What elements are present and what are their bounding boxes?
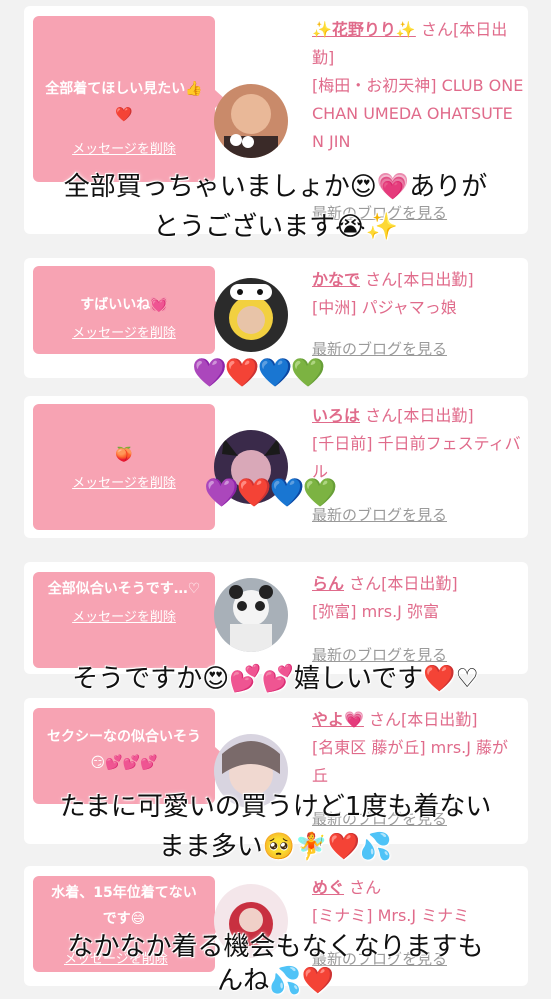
hearts-emoji: 💜❤️💙💚 xyxy=(204,476,337,509)
message-bubble: 全部似合いそうです…♡ メッセージを削除 xyxy=(33,572,225,668)
overlay-caption: とうございます😭✨ xyxy=(153,212,398,242)
overlay-caption: たまに可愛いの買うけど1度も着ない xyxy=(59,792,492,822)
girl-status: さん[本日出勤] xyxy=(365,270,474,289)
avatar[interactable] xyxy=(214,278,288,352)
message-text: セクシーなの似合いそう😏💕💕💕 xyxy=(47,729,201,771)
girl-info: かなで さん[本日出勤] [中洲] パジャマっ娘 xyxy=(312,266,524,322)
message-bubble: セクシーなの似合いそう😏💕💕💕 xyxy=(33,708,225,804)
message-text: 全部似合いそうです…♡ xyxy=(47,581,201,597)
overlay-caption: まま多い🥺🧚❤️💦 xyxy=(158,832,393,862)
girl-status: さん xyxy=(349,878,382,897)
message-text: すばいいね💓 xyxy=(80,297,168,313)
message-card: 全部似合いそうです…♡ メッセージを削除 らん さん[本日出勤] [弥富] mr… xyxy=(24,562,528,674)
shop-name: [千日前] 千日前フェスティバル xyxy=(312,434,521,481)
message-text: 全部着てほしい見たい👍❤️ xyxy=(45,81,203,123)
girl-info: ✨花野りり✨ さん[本日出勤] [梅田・お初天神] CLUB ONE CHAN … xyxy=(312,16,524,156)
latest-blog-link[interactable]: 最新のブログを見る xyxy=(312,338,447,359)
shop-name: [ミナミ] Mrs.J ミナミ xyxy=(312,906,470,925)
shop-name: [梅田・お初天神] CLUB ONE CHAN UMEDA OHATSUTEN … xyxy=(312,76,524,151)
girl-name-link[interactable]: かなで xyxy=(312,270,360,289)
girl-info: いろは さん[本日出勤] [千日前] 千日前フェスティバル xyxy=(312,402,524,486)
message-bubble: 全部着てほしい見たい👍❤️ メッセージを削除 xyxy=(33,16,225,182)
delete-message-link[interactable]: メッセージを削除 xyxy=(72,472,176,491)
avatar[interactable] xyxy=(214,84,288,158)
delete-message-link[interactable]: メッセージを削除 xyxy=(72,138,176,157)
message-card: セクシーなの似合いそう😏💕💕💕 やよ💗 さん[本日出勤] [名東区 藤が丘] m… xyxy=(24,698,528,844)
delete-message-link[interactable]: メッセージを削除 xyxy=(72,606,176,625)
girl-name-link[interactable]: やよ💗 xyxy=(312,710,364,729)
girl-name-link[interactable]: いろは xyxy=(312,406,360,425)
girl-info: めぐ さん [ミナミ] Mrs.J ミナミ xyxy=(312,874,524,930)
girl-status: さん[本日出勤] xyxy=(365,406,474,425)
girl-status: さん[本日出勤] xyxy=(349,574,458,593)
girl-info: やよ💗 さん[本日出勤] [名東区 藤が丘] mrs.J 藤が丘 xyxy=(312,706,524,790)
overlay-caption: 全部買っちゃいましょか😍💗ありが xyxy=(63,172,488,202)
overlay-caption: そうですか😍💕💕嬉しいです❤️♡ xyxy=(72,664,479,694)
girl-name-link[interactable]: めぐ xyxy=(312,878,344,897)
girl-info: らん さん[本日出勤] [弥富] mrs.J 弥富 xyxy=(312,570,524,626)
shop-name: [名東区 藤が丘] mrs.J 藤が丘 xyxy=(312,738,509,785)
message-text: 🍑 xyxy=(115,447,133,463)
overlay-caption: なかなか着る機会もなくなりますも xyxy=(67,932,484,962)
overlay-caption: んね💦❤️ xyxy=(217,966,334,996)
message-text: 水着、15年位着てないです😅 xyxy=(51,885,197,927)
girl-name-link[interactable]: ✨花野りり✨ xyxy=(312,20,416,39)
delete-message-link[interactable]: メッセージを削除 xyxy=(72,322,176,341)
latest-blog-link[interactable]: 最新のブログを見る xyxy=(312,644,447,665)
message-bubble: 🍑 メッセージを削除 xyxy=(33,404,225,530)
shop-name: [中洲] パジャマっ娘 xyxy=(312,298,457,317)
message-card: 🍑 メッセージを削除 いろは さん[本日出勤] [千日前] 千日前フェスティバル… xyxy=(24,396,528,538)
girl-name-link[interactable]: らん xyxy=(312,574,344,593)
girl-status: さん[本日出勤] xyxy=(369,710,478,729)
hearts-emoji: 💜❤️💙💚 xyxy=(192,356,325,389)
message-bubble: すばいいね💓 メッセージを削除 xyxy=(33,266,225,354)
avatar[interactable] xyxy=(214,578,288,652)
shop-name: [弥富] mrs.J 弥富 xyxy=(312,602,439,621)
